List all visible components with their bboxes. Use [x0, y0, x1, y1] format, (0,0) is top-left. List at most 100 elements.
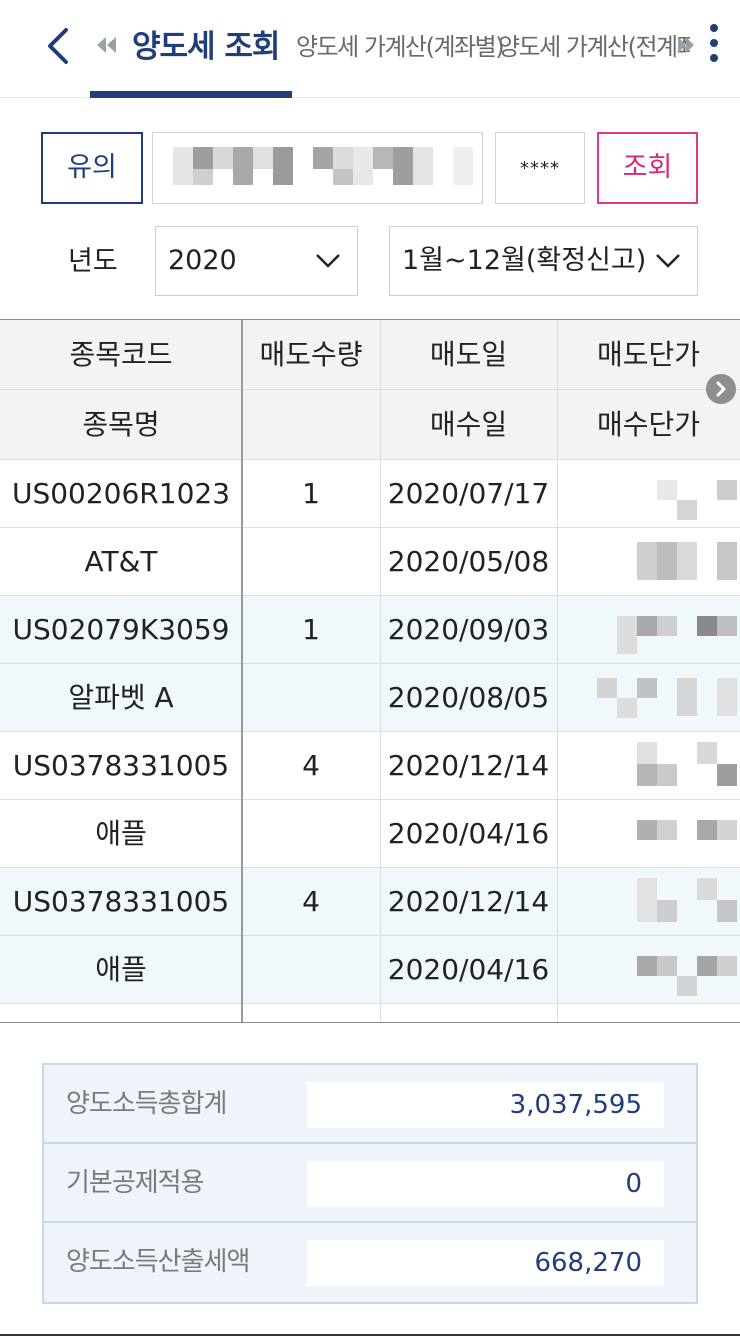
- table-row[interactable]: US02079K3059 1 2020/09/03: [0, 596, 740, 664]
- buy-date: 2020/04/16: [387, 953, 550, 986]
- masked-pixel: [333, 169, 353, 185]
- summary-row-deduction: 기본공제적용 0: [44, 1144, 696, 1223]
- masked-pixel: [657, 616, 677, 636]
- masked-pixel: [597, 678, 617, 698]
- masked-pixel: [373, 147, 393, 169]
- kebab-menu-icon[interactable]: [704, 18, 724, 68]
- masked-pixel: [637, 616, 657, 636]
- masked-pixel: [637, 742, 657, 764]
- masked-pixel: [413, 147, 433, 185]
- year-select-value: 2020: [168, 245, 237, 276]
- sell-price-masked: [557, 596, 740, 663]
- tax-label: 양도소득산출세액: [66, 1247, 250, 1277]
- tab-header: 양도세 조회 양도세 가계산(계좌별) 양도세 가계산(전계좌): [0, 0, 740, 98]
- header-buy-date: 매수일: [429, 408, 508, 441]
- query-button[interactable]: 조회: [597, 132, 698, 204]
- year-label: 년도: [68, 246, 118, 277]
- masked-pixel: [677, 678, 697, 716]
- header-empty: [242, 390, 380, 459]
- masked-pixel: [353, 147, 373, 185]
- notice-button[interactable]: 유의: [41, 132, 143, 204]
- back-chevron-icon[interactable]: [40, 24, 76, 68]
- double-chevron-right-icon[interactable]: [676, 30, 696, 60]
- masked-pixel: [717, 820, 737, 840]
- buy-date: 2020/08/05: [387, 681, 550, 714]
- table-row[interactable]: US0378331005 4 2020/12/14: [0, 868, 740, 936]
- masked-pixel: [677, 976, 697, 996]
- masked-pixel: [717, 616, 737, 636]
- header-stock-code: 종목코드: [69, 338, 173, 371]
- masked-pixel: [333, 147, 353, 169]
- transaction-table[interactable]: 종목코드 매도수량 매도일 매도단가 종목명 매수일 매수단가 US00206R…: [0, 319, 740, 1023]
- empty-cell: [242, 800, 380, 867]
- masked-pixel: [717, 764, 737, 786]
- summary-row-total-gain: 양도소득총합계 3,037,595: [44, 1065, 696, 1144]
- masked-pixel: [637, 542, 657, 580]
- buy-date: 2020/05/08: [387, 545, 550, 578]
- masked-pixel: [677, 500, 697, 520]
- masked-pixel: [657, 900, 677, 922]
- masked-pixel: [657, 764, 677, 786]
- masked-pixel: [717, 480, 737, 500]
- buy-price-masked: [557, 936, 740, 1003]
- password-field[interactable]: ****: [495, 132, 585, 204]
- masked-pixel: [697, 616, 717, 636]
- masked-pixel: [617, 616, 637, 654]
- masked-pixel: [193, 147, 213, 169]
- column-divider: [557, 320, 558, 1022]
- masked-pixel: [657, 820, 677, 840]
- sell-date: 2020/12/14: [387, 749, 550, 782]
- column-divider: [380, 320, 381, 1022]
- stock-name: 알파벳 A: [68, 681, 174, 714]
- tab-transfer-tax-query[interactable]: 양도세 조회: [132, 22, 280, 72]
- sell-price-masked: [557, 868, 740, 935]
- summary-panel: 양도소득총합계 3,037,595 기본공제적용 0 양도소득산출세액 668,…: [42, 1063, 698, 1304]
- double-chevron-left-icon[interactable]: [92, 30, 120, 60]
- masked-pixel: [657, 956, 677, 976]
- masked-pixel: [637, 678, 657, 698]
- buy-price-masked: [557, 528, 740, 595]
- summary-row-tax: 양도소득산출세액 668,270: [44, 1223, 696, 1302]
- table-row[interactable]: 애플 2020/04/16: [0, 936, 740, 1004]
- table-row[interactable]: 애플 2020/04/16: [0, 800, 740, 868]
- year-select[interactable]: 2020: [155, 226, 358, 296]
- masked-pixel: [697, 878, 717, 900]
- table-row[interactable]: 알파벳 A 2020/08/05: [0, 664, 740, 732]
- masked-pixel: [233, 147, 253, 185]
- masked-pixel: [697, 820, 717, 840]
- tab-estimate-all-accounts[interactable]: 양도세 가계산(전계좌): [498, 22, 690, 72]
- buy-date: 2020/04/16: [387, 817, 550, 850]
- period-select[interactable]: 1월~12월(확정신고): [389, 226, 698, 296]
- stock-code: US02079K3059: [12, 613, 230, 646]
- masked-pixel: [213, 147, 233, 169]
- masked-pixel: [253, 147, 273, 169]
- table-row[interactable]: US0378331005 4 2020/12/14: [0, 732, 740, 800]
- sell-qty: 4: [302, 749, 320, 782]
- masked-pixel: [453, 147, 473, 185]
- masked-pixel: [313, 147, 333, 169]
- table-row[interactable]: AT&T 2020/05/08: [0, 528, 740, 596]
- deduction-label: 기본공제적용: [66, 1168, 205, 1198]
- masked-pixel: [697, 956, 717, 976]
- table-row[interactable]: US00206R1023 1 2020/07/17: [0, 460, 740, 528]
- sell-qty: 1: [302, 477, 320, 510]
- masked-pixel: [193, 169, 213, 185]
- stock-code: US00206R1023: [11, 477, 231, 510]
- masked-pixel: [677, 542, 697, 580]
- header-stock-name: 종목명: [82, 408, 160, 441]
- buy-price-masked: [557, 800, 740, 867]
- stock-name: 애플: [95, 817, 147, 850]
- column-divider: [241, 320, 243, 1022]
- tab-estimate-by-account[interactable]: 양도세 가계산(계좌별): [296, 22, 505, 72]
- chevron-down-icon: [316, 254, 340, 268]
- account-number-field[interactable]: [152, 132, 483, 204]
- total-gain-label: 양도소득총합계: [66, 1089, 227, 1119]
- masked-pixel: [717, 542, 737, 580]
- table-header-row: 종목명 매수일 매수단가: [0, 390, 740, 460]
- masked-pixel: [717, 956, 737, 976]
- masked-pixel: [637, 878, 657, 922]
- scroll-right-icon[interactable]: [706, 374, 736, 404]
- sell-price-masked: [557, 460, 740, 527]
- stock-code: US0378331005: [12, 885, 230, 918]
- masked-pixel: [657, 542, 677, 580]
